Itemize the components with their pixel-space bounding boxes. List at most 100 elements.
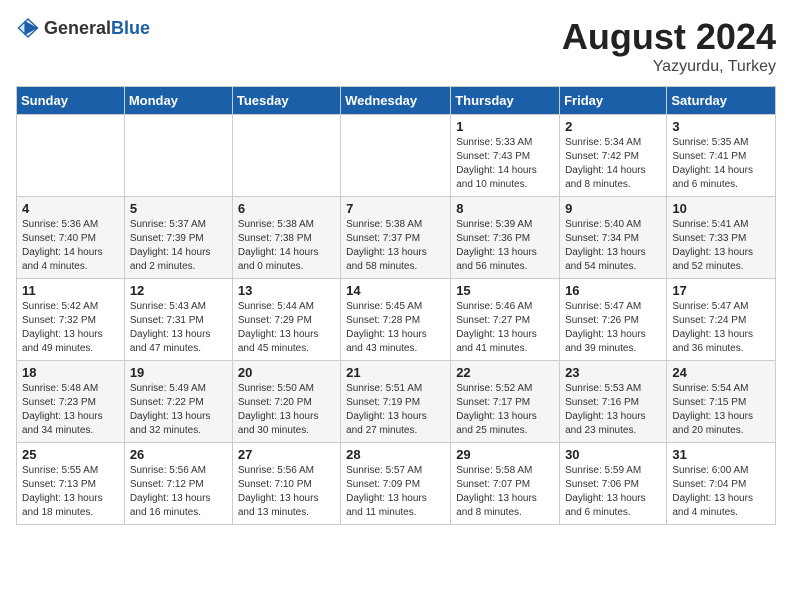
header-thursday: Thursday (451, 87, 560, 115)
day-info: Sunrise: 5:41 AM Sunset: 7:33 PM Dayligh… (672, 218, 770, 274)
day-number: 21 (346, 365, 445, 380)
calendar-cell: 26 Sunrise: 5:56 AM Sunset: 7:12 PM Dayli… (124, 443, 232, 525)
day-info: Sunrise: 5:49 AM Sunset: 7:22 PM Dayligh… (130, 382, 227, 438)
calendar-cell: 14 Sunrise: 5:45 AM Sunset: 7:28 PM Dayli… (341, 279, 451, 361)
week-row-5: 25 Sunrise: 5:55 AM Sunset: 7:13 PM Dayli… (17, 443, 776, 525)
calendar-cell: 6 Sunrise: 5:38 AM Sunset: 7:38 PM Daylig… (232, 197, 340, 279)
day-number: 17 (672, 283, 770, 298)
calendar-cell: 19 Sunrise: 5:49 AM Sunset: 7:22 PM Dayli… (124, 361, 232, 443)
day-number: 26 (130, 447, 227, 462)
day-info: Sunrise: 5:47 AM Sunset: 7:24 PM Dayligh… (672, 300, 770, 356)
day-info: Sunrise: 5:38 AM Sunset: 7:38 PM Dayligh… (238, 218, 335, 274)
day-number: 6 (238, 201, 335, 216)
day-number: 19 (130, 365, 227, 380)
day-number: 14 (346, 283, 445, 298)
calendar-cell: 8 Sunrise: 5:39 AM Sunset: 7:36 PM Daylig… (451, 197, 560, 279)
day-info: Sunrise: 5:47 AM Sunset: 7:26 PM Dayligh… (565, 300, 661, 356)
day-number: 16 (565, 283, 661, 298)
header-monday: Monday (124, 87, 232, 115)
calendar-cell: 2 Sunrise: 5:34 AM Sunset: 7:42 PM Daylig… (560, 115, 667, 197)
day-number: 31 (672, 447, 770, 462)
day-info: Sunrise: 6:00 AM Sunset: 7:04 PM Dayligh… (672, 464, 770, 520)
logo-icon (16, 16, 40, 40)
calendar-cell: 27 Sunrise: 5:56 AM Sunset: 7:10 PM Dayli… (232, 443, 340, 525)
calendar-table: SundayMondayTuesdayWednesdayThursdayFrid… (16, 86, 776, 525)
calendar-cell: 28Sunrise: 5:57 AM Sunset: 7:09 PM Dayli… (341, 443, 451, 525)
day-info: Sunrise: 5:36 AM Sunset: 7:40 PM Dayligh… (22, 218, 119, 274)
calendar-cell: 20 Sunrise: 5:50 AM Sunset: 7:20 PM Dayli… (232, 361, 340, 443)
day-info: Sunrise: 5:52 AM Sunset: 7:17 PM Dayligh… (456, 382, 554, 438)
calendar-cell: 9 Sunrise: 5:40 AM Sunset: 7:34 PM Daylig… (560, 197, 667, 279)
calendar-cell: 1Sunrise: 5:33 AM Sunset: 7:43 PM Daylig… (451, 115, 560, 197)
header-saturday: Saturday (667, 87, 776, 115)
header-sunday: Sunday (17, 87, 125, 115)
calendar-cell: 17 Sunrise: 5:47 AM Sunset: 7:24 PM Dayli… (667, 279, 776, 361)
calendar-cell: 25 Sunrise: 5:55 AM Sunset: 7:13 PM Dayli… (17, 443, 125, 525)
calendar-cell: 29Sunrise: 5:58 AM Sunset: 7:07 PM Dayli… (451, 443, 560, 525)
day-info: Sunrise: 5:37 AM Sunset: 7:39 PM Dayligh… (130, 218, 227, 274)
day-number: 7 (346, 201, 445, 216)
day-info: Sunrise: 5:44 AM Sunset: 7:29 PM Dayligh… (238, 300, 335, 356)
calendar-cell (124, 115, 232, 197)
calendar-cell (17, 115, 125, 197)
calendar-cell: 12 Sunrise: 5:43 AM Sunset: 7:31 PM Dayli… (124, 279, 232, 361)
day-info: Sunrise: 5:56 AM Sunset: 7:12 PM Dayligh… (130, 464, 227, 520)
day-number: 8 (456, 201, 554, 216)
week-row-1: 1Sunrise: 5:33 AM Sunset: 7:43 PM Daylig… (17, 115, 776, 197)
day-info: Sunrise: 5:40 AM Sunset: 7:34 PM Dayligh… (565, 218, 661, 274)
day-info: Sunrise: 5:50 AM Sunset: 7:20 PM Dayligh… (238, 382, 335, 438)
day-info: Sunrise: 5:55 AM Sunset: 7:13 PM Dayligh… (22, 464, 119, 520)
day-info: Sunrise: 5:58 AM Sunset: 7:07 PM Dayligh… (456, 464, 554, 520)
calendar-cell: 24Sunrise: 5:54 AM Sunset: 7:15 PM Dayli… (667, 361, 776, 443)
day-info: Sunrise: 5:35 AM Sunset: 7:41 PM Dayligh… (672, 136, 770, 192)
calendar-cell: 10Sunrise: 5:41 AM Sunset: 7:33 PM Dayli… (667, 197, 776, 279)
day-info: Sunrise: 5:42 AM Sunset: 7:32 PM Dayligh… (22, 300, 119, 356)
day-number: 22 (456, 365, 554, 380)
calendar-cell: 16 Sunrise: 5:47 AM Sunset: 7:26 PM Dayli… (560, 279, 667, 361)
day-number: 23 (565, 365, 661, 380)
day-number: 3 (672, 119, 770, 134)
header-wednesday: Wednesday (341, 87, 451, 115)
day-number: 4 (22, 201, 119, 216)
calendar-cell: 21 Sunrise: 5:51 AM Sunset: 7:19 PM Dayli… (341, 361, 451, 443)
calendar-cell: 30 Sunrise: 5:59 AM Sunset: 7:06 PM Dayli… (560, 443, 667, 525)
calendar-cell: 7 Sunrise: 5:38 AM Sunset: 7:37 PM Daylig… (341, 197, 451, 279)
day-number: 9 (565, 201, 661, 216)
day-number: 12 (130, 283, 227, 298)
day-number: 28 (346, 447, 445, 462)
day-info: Sunrise: 5:46 AM Sunset: 7:27 PM Dayligh… (456, 300, 554, 356)
day-number: 1 (456, 119, 554, 134)
day-number: 25 (22, 447, 119, 462)
day-info: Sunrise: 5:56 AM Sunset: 7:10 PM Dayligh… (238, 464, 335, 520)
month-year-title: August 2024 (562, 16, 776, 58)
day-number: 2 (565, 119, 661, 134)
calendar-cell: 18Sunrise: 5:48 AM Sunset: 7:23 PM Dayli… (17, 361, 125, 443)
day-info: Sunrise: 5:39 AM Sunset: 7:36 PM Dayligh… (456, 218, 554, 274)
calendar-cell (232, 115, 340, 197)
day-number: 27 (238, 447, 335, 462)
day-number: 20 (238, 365, 335, 380)
day-number: 5 (130, 201, 227, 216)
week-row-3: 11Sunrise: 5:42 AM Sunset: 7:32 PM Dayli… (17, 279, 776, 361)
day-number: 30 (565, 447, 661, 462)
calendar-cell (341, 115, 451, 197)
day-number: 24 (672, 365, 770, 380)
day-info: Sunrise: 5:59 AM Sunset: 7:06 PM Dayligh… (565, 464, 661, 520)
calendar-cell: 15 Sunrise: 5:46 AM Sunset: 7:27 PM Dayli… (451, 279, 560, 361)
day-info: Sunrise: 5:34 AM Sunset: 7:42 PM Dayligh… (565, 136, 661, 192)
calendar-cell: 4 Sunrise: 5:36 AM Sunset: 7:40 PM Daylig… (17, 197, 125, 279)
header-tuesday: Tuesday (232, 87, 340, 115)
day-info: Sunrise: 5:45 AM Sunset: 7:28 PM Dayligh… (346, 300, 445, 356)
week-row-2: 4 Sunrise: 5:36 AM Sunset: 7:40 PM Daylig… (17, 197, 776, 279)
logo: GeneralBlue (16, 16, 150, 40)
day-info: Sunrise: 5:43 AM Sunset: 7:31 PM Dayligh… (130, 300, 227, 356)
calendar-cell: 31 Sunrise: 6:00 AM Sunset: 7:04 PM Dayli… (667, 443, 776, 525)
day-info: Sunrise: 5:51 AM Sunset: 7:19 PM Dayligh… (346, 382, 445, 438)
day-number: 15 (456, 283, 554, 298)
calendar-cell: 5 Sunrise: 5:37 AM Sunset: 7:39 PM Daylig… (124, 197, 232, 279)
day-number: 18 (22, 365, 119, 380)
day-info: Sunrise: 5:38 AM Sunset: 7:37 PM Dayligh… (346, 218, 445, 274)
day-number: 13 (238, 283, 335, 298)
location-subtitle: Yazyurdu, Turkey (562, 58, 776, 76)
page-header: GeneralBlue August 2024 Yazyurdu, Turkey (16, 16, 776, 76)
